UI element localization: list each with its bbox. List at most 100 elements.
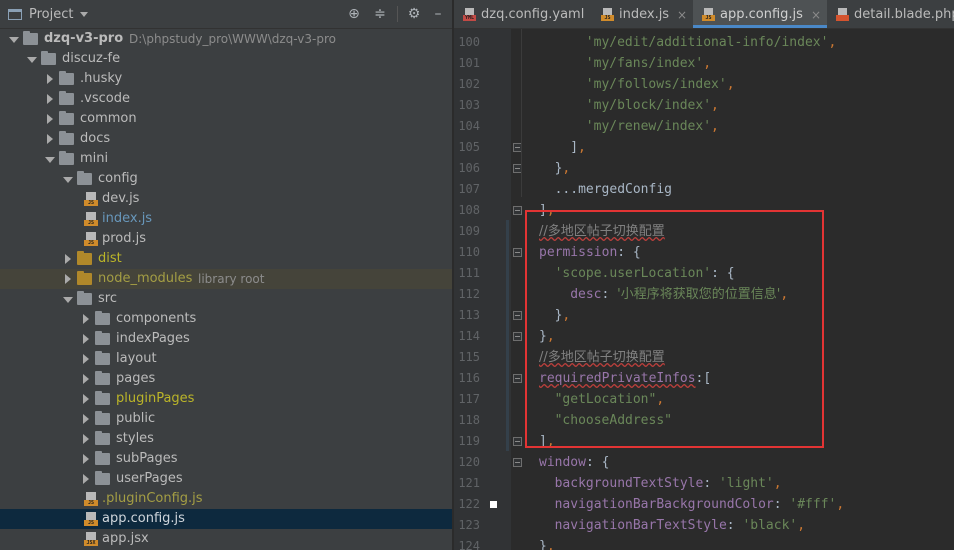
file-type-badge: YML [463, 15, 476, 21]
tree-item-label: .pluginConfig.js [102, 491, 203, 506]
chevron-right-icon[interactable] [80, 469, 92, 489]
code-token: : [726, 518, 743, 533]
code-line: }, [539, 536, 555, 550]
tree-row[interactable]: config [0, 169, 452, 189]
tree-row[interactable]: docs [0, 129, 452, 149]
tree-row[interactable]: dzq-v3-pro D:\phpstudy_pro\WWW\dzq-v3-pro [0, 29, 452, 49]
close-icon[interactable]: × [811, 0, 821, 28]
tree-item-label: .husky [80, 71, 123, 86]
tree-row[interactable]: pluginPages [0, 389, 452, 409]
tree-row[interactable]: components [0, 309, 452, 329]
tree-row[interactable]: discuz-fe [0, 49, 452, 69]
line-number: 123 [458, 518, 480, 532]
hide-icon[interactable]: – [430, 6, 446, 22]
code-line: navigationBarTextStyle: 'black', [555, 515, 805, 536]
tree-row[interactable]: userPages [0, 469, 452, 489]
tree-row[interactable]: styles [0, 429, 452, 449]
tree-item-label: components [116, 311, 197, 326]
tree-row[interactable]: layout [0, 349, 452, 369]
line-number: 106 [458, 161, 480, 175]
chevron-right-icon[interactable] [62, 249, 74, 269]
code-token: ] [570, 140, 579, 155]
chevron-right-icon[interactable] [80, 449, 92, 469]
js-file-icon: JS [84, 192, 98, 206]
project-tool-window: Project ⊕ ≑ ⚙ – dzq-v3-pro D:\phpstudy_pr… [0, 0, 452, 550]
chevron-right-icon[interactable] [44, 69, 56, 89]
tree-row[interactable]: JS .pluginConfig.js [0, 489, 452, 509]
line-number: 122 [458, 497, 480, 511]
tree-row[interactable]: JS app.config.js [0, 509, 452, 529]
folder-icon [95, 311, 110, 325]
tree-row[interactable]: JS prod.js [0, 229, 452, 249]
code-token: , [711, 98, 719, 113]
tree-row[interactable]: JS index.js [0, 209, 452, 229]
tree-row[interactable]: .vscode [0, 89, 452, 109]
project-tree: dzq-v3-pro D:\phpstudy_pro\WWW\dzq-v3-pro… [0, 29, 452, 550]
editor-tab[interactable]: JS app.config.js × [693, 0, 827, 28]
chevron-right-icon[interactable] [80, 369, 92, 389]
tree-row[interactable]: public [0, 409, 452, 429]
folder-icon [95, 411, 110, 425]
chevron-down-icon[interactable] [62, 169, 74, 189]
chevron-down-icon[interactable] [26, 49, 38, 69]
line-number: 108 [458, 203, 480, 217]
chevron-right-icon[interactable] [80, 389, 92, 409]
tree-row[interactable]: src [0, 289, 452, 309]
folder-icon [77, 251, 92, 265]
highlight-annotation-box [525, 210, 824, 448]
crosshair-icon[interactable]: ⊕ [346, 6, 362, 22]
chevron-right-icon[interactable] [80, 309, 92, 329]
chevron-down-icon[interactable] [8, 29, 20, 49]
chevron-right-icon[interactable] [44, 109, 56, 129]
code-line: backgroundTextStyle: 'light', [555, 473, 782, 494]
code-line: navigationBarBackgroundColor: '#fff', [555, 494, 845, 515]
tree-row[interactable]: mini [0, 149, 452, 169]
close-icon[interactable]: × [677, 0, 687, 28]
tree-item-label: app.config.js [102, 511, 185, 526]
line-number: 103 [458, 98, 480, 112]
tree-row[interactable]: common [0, 109, 452, 129]
code-token: 'my/edit/additional-info/index' [585, 35, 829, 50]
chevron-down-icon[interactable] [44, 149, 56, 169]
tree-row[interactable]: subPages [0, 449, 452, 469]
tree-row[interactable]: .husky [0, 69, 452, 89]
chevron-down-icon[interactable] [62, 289, 74, 309]
folder-icon [59, 91, 74, 105]
tree-row[interactable]: indexPages [0, 329, 452, 349]
project-panel-title: Project [29, 7, 74, 22]
tree-row[interactable]: pages [0, 369, 452, 389]
code-token: } [539, 539, 547, 550]
editor-tab-bar: YML dzq.config.yaml JS index.js × JS app.confi… [454, 0, 954, 29]
chevron-right-icon[interactable] [62, 269, 74, 289]
collapse-all-icon[interactable]: ≑ [372, 6, 388, 22]
file-type-badge: JSX [84, 540, 98, 546]
tree-item-label: indexPages [116, 331, 190, 346]
tree-item-label: docs [80, 131, 111, 146]
project-view-selector[interactable]: Project [8, 0, 89, 29]
editor-tab[interactable]: YML dzq.config.yaml [454, 0, 592, 28]
tree-row[interactable]: dist [0, 249, 452, 269]
line-number: 112 [458, 287, 480, 301]
file-type-badge: JS [84, 200, 98, 206]
tree-row[interactable]: JS dev.js [0, 189, 452, 209]
gear-icon[interactable]: ⚙ [406, 6, 422, 22]
code-token: 'black' [742, 518, 798, 533]
folder-icon [95, 331, 110, 345]
tree-item-label: app.jsx [102, 531, 149, 546]
editor-tab[interactable]: detail.blade.php [827, 0, 954, 28]
tree-row[interactable]: JSX app.jsx [0, 529, 452, 549]
tree-row[interactable]: node_modules library root [0, 269, 452, 289]
code-token: : [773, 497, 790, 512]
chevron-right-icon[interactable] [80, 349, 92, 369]
chevron-right-icon[interactable] [80, 409, 92, 429]
chevron-right-icon[interactable] [44, 89, 56, 109]
editor-gutter: 100 101 102 103 104 105 106 107 108 109 110 111 112 1… [454, 29, 522, 550]
chevron-right-icon[interactable] [44, 129, 56, 149]
folder-icon [77, 171, 92, 185]
line-number: 120 [458, 455, 480, 469]
chevron-right-icon[interactable] [80, 429, 92, 449]
chevron-down-icon [80, 12, 89, 17]
line-number: 124 [458, 539, 480, 550]
editor-tab[interactable]: JS index.js × [592, 0, 693, 28]
chevron-right-icon[interactable] [80, 329, 92, 349]
